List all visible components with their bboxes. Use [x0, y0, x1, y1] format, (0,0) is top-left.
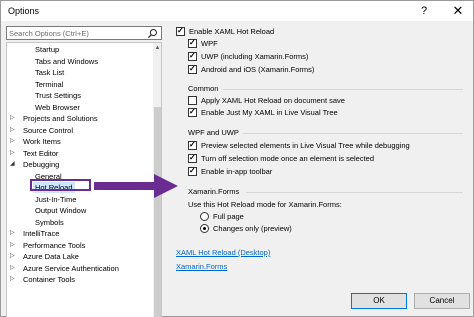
tree-item-label: Text Editor — [23, 148, 59, 158]
checkbox-label: Enable XAML Hot Reload — [189, 27, 275, 36]
checkbox-label: WPF — [201, 39, 218, 48]
collapsed-arrow-icon[interactable]: ▷ — [10, 136, 15, 147]
radio-label: Full page — [213, 212, 244, 221]
checkbox-box[interactable] — [188, 63, 197, 74]
collapsed-arrow-icon[interactable]: ▷ — [10, 251, 15, 262]
checkbox-label: Turn off selection mode once an element … — [201, 154, 375, 163]
scroll-up-icon[interactable]: ▲ — [153, 43, 161, 53]
tree-item-label: Terminal — [35, 79, 64, 89]
common-divider — [223, 89, 463, 90]
title-bar: Options ? ✕ — [1, 1, 473, 21]
checkbox-box[interactable] — [188, 106, 197, 117]
collapsed-arrow-icon[interactable]: ▷ — [10, 113, 15, 124]
checkbox-label: Android and iOS (Xamarin.Forms) — [201, 65, 315, 74]
cancel-button[interactable]: Cancel — [414, 293, 470, 309]
tree-item-label: Trust Settings — [35, 91, 81, 100]
radio-circle[interactable] — [200, 224, 209, 233]
tree-item-label: Work Items — [23, 137, 61, 146]
tree-item[interactable]: Web Browser — [7, 102, 153, 113]
tree-item-label: Web Browser — [35, 102, 80, 112]
expanded-arrow-icon[interactable]: ◢ — [10, 159, 15, 170]
checkbox-box[interactable] — [188, 96, 197, 105]
collapsed-arrow-icon[interactable]: ▷ — [10, 240, 15, 251]
tree-item[interactable]: Task List — [7, 67, 153, 78]
tree-item[interactable]: ▷ Azure Service Authentication — [7, 263, 153, 274]
wpf-uwp-divider — [243, 133, 463, 134]
checkbox-box[interactable] — [176, 25, 185, 36]
tree-item[interactable]: ▷ Projects and Solutions — [7, 113, 153, 124]
checkbox-label: UWP (including Xamarin.Forms) — [201, 52, 309, 61]
mode-prompt: Use this Hot Reload mode for Xamarin.For… — [188, 200, 342, 209]
tree-item-label: Output Window — [35, 206, 87, 215]
tree-item[interactable]: ▷ Text Editor — [7, 148, 153, 159]
annotation-arrow-icon — [94, 174, 178, 198]
annotation-highlight-box — [30, 179, 91, 191]
tree-item-label: Container Tools — [23, 275, 75, 284]
checkbox-box[interactable] — [188, 37, 197, 48]
tree-item-label: Startup — [35, 45, 60, 54]
collapsed-arrow-icon[interactable]: ▷ — [10, 125, 15, 136]
tree-item[interactable]: ▷ Source Control — [7, 125, 153, 136]
collapsed-arrow-icon[interactable]: ▷ — [10, 148, 15, 159]
tree-item[interactable]: ▷ Performance Tools — [7, 240, 153, 251]
window-title: Options — [8, 6, 40, 16]
xamarin-group-title: Xamarin.Forms — [188, 187, 240, 196]
checkbox-box[interactable] — [188, 165, 197, 176]
search-icon — [147, 29, 157, 39]
collapsed-arrow-icon[interactable]: ▷ — [10, 263, 15, 274]
checkbox-label: Preview selected elements in Live Visual… — [201, 141, 410, 150]
collapsed-arrow-icon[interactable]: ▷ — [10, 274, 15, 285]
tree-item[interactable]: Tabs and Windows — [7, 56, 153, 67]
tree-item-label: Debugging — [23, 160, 60, 169]
search-input[interactable] — [9, 28, 141, 39]
checkbox-box[interactable] — [188, 139, 197, 150]
search-box[interactable] — [6, 26, 162, 40]
scroll-thumb[interactable] — [154, 107, 161, 317]
tree-item-label: Symbols — [35, 217, 64, 227]
tree-item-label: Source Control — [23, 125, 74, 135]
checkbox-label: Enable Just My XAML in Live Visual Tree — [201, 108, 338, 117]
radio-label: Changes only (preview) — [213, 224, 292, 233]
help-button[interactable]: ? — [411, 3, 437, 19]
checkbox-label: Apply XAML Hot Reload on document save — [201, 96, 345, 105]
tree-item[interactable]: Output Window — [7, 205, 153, 216]
tree-item-label: Performance Tools — [23, 240, 86, 250]
xamarin-divider — [246, 192, 463, 193]
tree-item-label: Azure Service Authentication — [23, 263, 119, 273]
checkbox-label: Enable in-app toolbar — [201, 167, 273, 176]
tree-item-label: Task List — [35, 68, 65, 77]
tree-item[interactable]: ▷ Azure Data Lake — [7, 251, 153, 262]
radio-circle[interactable] — [200, 212, 209, 221]
tree-item[interactable]: ▷ Container Tools — [7, 274, 153, 285]
tree-item[interactable]: Trust Settings — [7, 90, 153, 101]
tree-item[interactable]: Terminal — [7, 79, 153, 90]
options-dialog: Options ? ✕ ▲ Startup Tabs and Windows Tas… — [0, 0, 474, 317]
tree-item[interactable]: ◢ Debugging — [7, 159, 153, 170]
tree-item-label: Projects and Solutions — [23, 114, 98, 123]
tree-item-label: IntelliTrace — [23, 229, 60, 238]
common-group-title: Common — [188, 84, 219, 93]
collapsed-arrow-icon[interactable]: ▷ — [10, 228, 15, 239]
wpf-uwp-group-title: WPF and UWP — [188, 128, 239, 137]
tree-item-label: Azure Data Lake — [23, 252, 79, 261]
ok-button[interactable]: OK — [351, 293, 407, 309]
checkbox-box[interactable] — [188, 50, 197, 61]
tree-item[interactable]: ▷ IntelliTrace — [7, 228, 153, 239]
xamarin-forms-link[interactable]: Xamarin.Forms — [176, 262, 227, 271]
xaml-hot-reload-desktop-link[interactable]: XAML Hot Reload (Desktop) — [176, 248, 270, 257]
tree-item[interactable]: Symbols — [7, 217, 153, 228]
tree-item-label: Just-In-Time — [35, 194, 77, 204]
close-button[interactable]: ✕ — [445, 3, 471, 19]
tree-item[interactable]: ▷ Work Items — [7, 136, 153, 147]
tree-item-label: Tabs and Windows — [35, 56, 98, 66]
checkbox-box[interactable] — [188, 152, 197, 163]
tree-item[interactable]: Startup — [7, 44, 153, 55]
